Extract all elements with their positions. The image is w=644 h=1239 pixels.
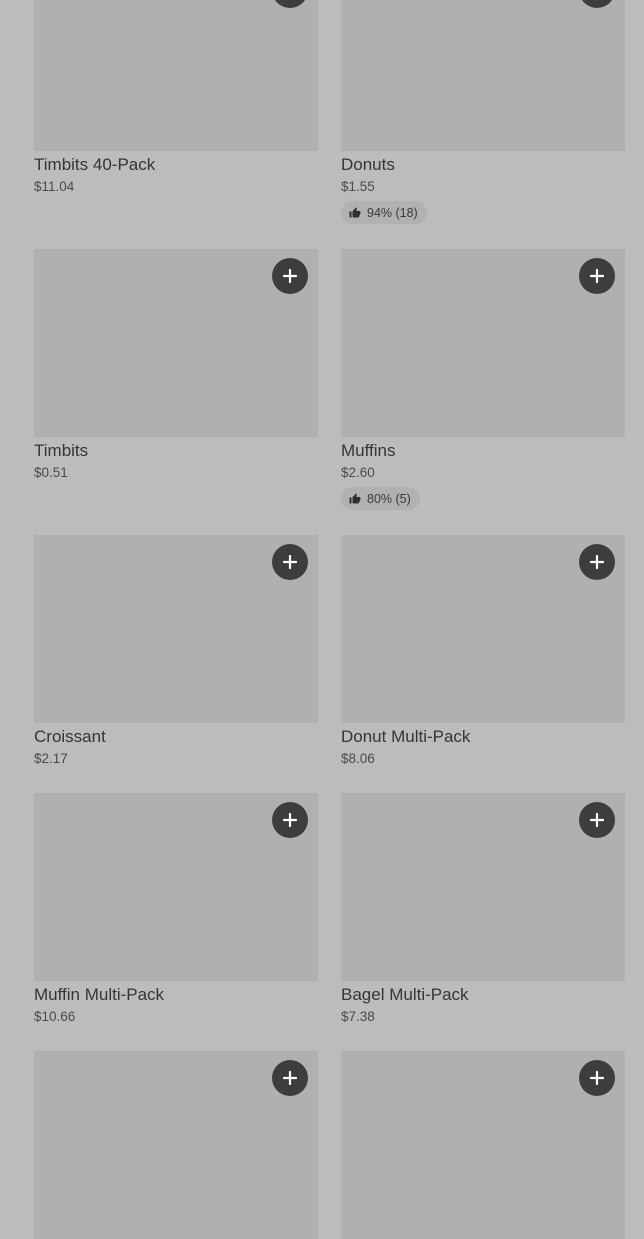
product-price: $2.17 (34, 751, 68, 766)
plus-icon (283, 555, 297, 569)
product-card[interactable]: Donuts $1.55 94% (18) (341, 0, 625, 224)
plus-icon (590, 555, 604, 569)
thumbs-up-icon (349, 493, 361, 505)
add-to-cart-button[interactable] (272, 0, 308, 8)
product-price: $2.60 (341, 465, 375, 480)
product-image[interactable] (34, 1051, 318, 1239)
add-to-cart-button[interactable] (579, 544, 615, 580)
product-grid: Timbits 40-Pack $11.04 Donuts $1.55 94% (18)… (0, 0, 644, 1239)
product-name[interactable]: Muffin Multi-Pack (34, 985, 318, 1005)
product-name[interactable]: Bagel Multi-Pack (341, 985, 625, 1005)
plus-icon (590, 269, 604, 283)
product-image[interactable] (341, 0, 625, 151)
product-image[interactable] (341, 1051, 625, 1239)
product-price: $11.04 (34, 179, 75, 194)
add-to-cart-button[interactable] (272, 802, 308, 838)
plus-icon (283, 269, 297, 283)
product-image[interactable] (34, 249, 318, 437)
product-price: $8.06 (341, 751, 375, 766)
add-to-cart-button[interactable] (272, 1060, 308, 1096)
product-image[interactable] (34, 0, 318, 151)
product-name[interactable]: Muffins (341, 441, 625, 461)
product-card[interactable]: Timbits $0.51 (34, 249, 318, 481)
plus-icon (283, 813, 297, 827)
product-image[interactable] (341, 793, 625, 981)
add-to-cart-button[interactable] (272, 544, 308, 580)
plus-icon (590, 813, 604, 827)
product-card[interactable]: Bagel Multi-Pack $7.38 (341, 793, 625, 1025)
rating-badge: 94% (18) (341, 201, 427, 224)
plus-icon (590, 1071, 604, 1085)
add-to-cart-button[interactable] (579, 258, 615, 294)
add-to-cart-button[interactable] (579, 1060, 615, 1096)
product-price: $7.38 (341, 1009, 375, 1024)
product-price: $10.66 (34, 1009, 76, 1024)
product-card[interactable]: Timbits 40-Pack $11.04 (34, 0, 318, 195)
add-to-cart-button[interactable] (272, 258, 308, 294)
product-card[interactable] (34, 1051, 318, 1239)
product-name[interactable]: Timbits 40-Pack (34, 155, 318, 175)
product-image[interactable] (34, 793, 318, 981)
product-card[interactable]: Donut Multi-Pack $8.06 (341, 535, 625, 767)
product-price: $0.51 (34, 465, 68, 480)
product-card[interactable] (341, 1051, 625, 1239)
rating-badge: 80% (5) (341, 487, 420, 510)
product-price: $1.55 (341, 179, 375, 194)
product-name[interactable]: Croissant (34, 727, 318, 747)
product-name[interactable]: Donuts (341, 155, 625, 175)
product-name[interactable]: Donut Multi-Pack (341, 727, 625, 747)
product-image[interactable] (34, 535, 318, 723)
product-card[interactable]: Croissant $2.17 (34, 535, 318, 767)
add-to-cart-button[interactable] (579, 0, 615, 8)
product-card[interactable]: Muffin Multi-Pack $10.66 (34, 793, 318, 1025)
add-to-cart-button[interactable] (579, 802, 615, 838)
product-image[interactable] (341, 249, 625, 437)
product-name[interactable]: Timbits (34, 441, 318, 461)
product-card[interactable]: Muffins $2.60 80% (5) (341, 249, 625, 510)
product-image[interactable] (341, 535, 625, 723)
plus-icon (283, 1071, 297, 1085)
rating-text: 94% (18) (367, 205, 418, 220)
rating-text: 80% (5) (367, 491, 411, 506)
thumbs-up-icon (349, 207, 361, 219)
